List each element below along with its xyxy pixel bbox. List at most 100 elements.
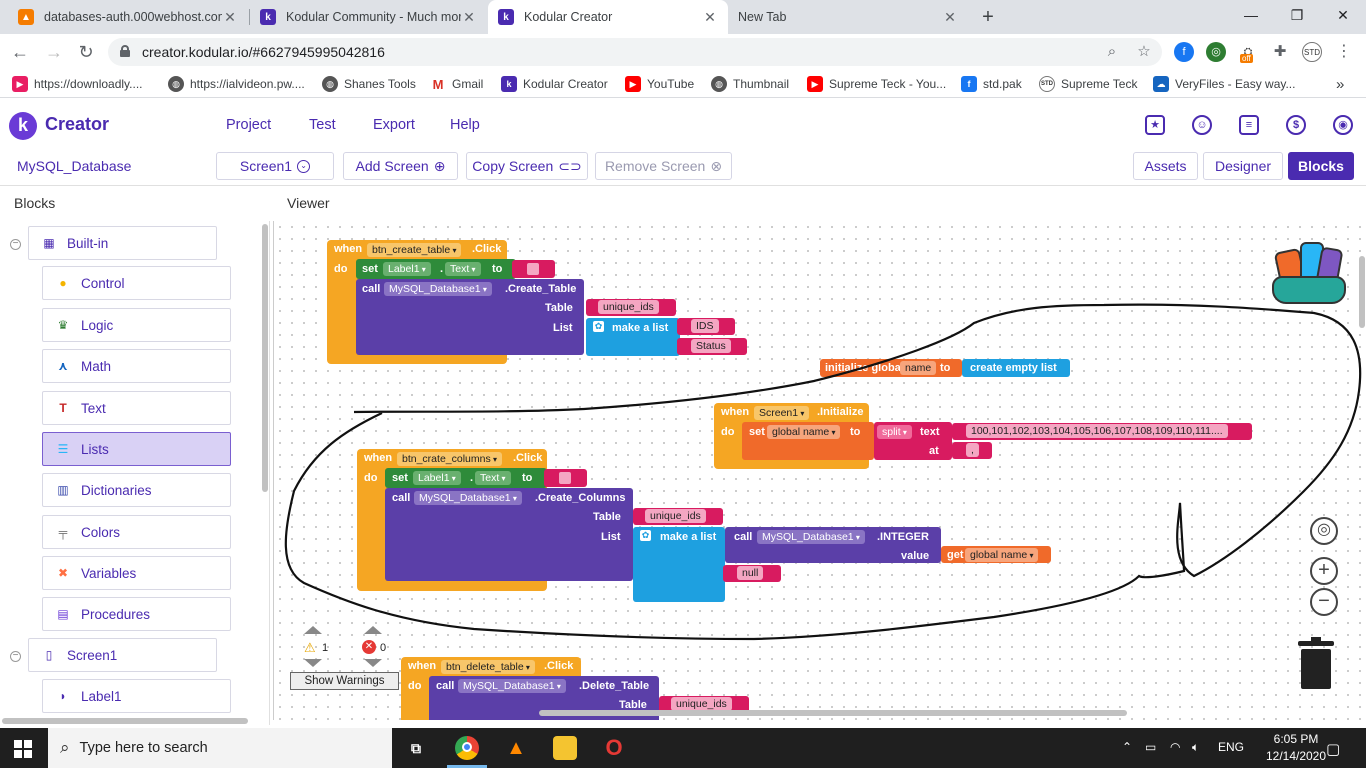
prev-warning-arrow-icon[interactable] [304, 626, 322, 634]
facebook-extension-icon[interactable]: f [1174, 42, 1194, 62]
battery-icon[interactable]: ▭ [1145, 740, 1156, 754]
window-close-icon[interactable]: ✕ [1320, 0, 1366, 30]
bookmark-item[interactable]: f std.pak [961, 75, 1022, 93]
bookmark-item[interactable]: ▶ YouTube [625, 75, 694, 93]
extensions-puzzle-icon[interactable]: ✚ [1270, 42, 1290, 62]
remove-screen-button[interactable]: Remove Screen ⊗ [595, 152, 732, 180]
zoom-in-icon[interactable]: + [1310, 557, 1338, 585]
menu-project[interactable]: Project [226, 117, 271, 133]
close-icon[interactable]: ✕ [461, 9, 477, 26]
backpack-icon[interactable] [1272, 236, 1352, 308]
browser-tab-2[interactable]: k Kodular Community - Much more ✕ [250, 0, 487, 34]
designer-button[interactable]: Designer [1203, 152, 1283, 180]
blocks-button[interactable]: Blocks [1288, 152, 1354, 180]
category-control[interactable]: ● Control [42, 266, 231, 300]
show-warnings-button[interactable]: Show Warnings [290, 672, 399, 690]
collapse-icon[interactable]: − [10, 651, 21, 662]
add-screen-button[interactable]: Add Screen ⊕ [343, 152, 458, 180]
tray-overflow-icon[interactable]: ⌃ [1122, 740, 1132, 754]
task-view-icon[interactable]: ⧉ [404, 736, 428, 760]
community-icon[interactable]: ☺ [1192, 115, 1212, 135]
wifi-icon[interactable]: ◠ [1170, 740, 1180, 754]
taskbar-search[interactable]: ⌕ Type here to search [48, 728, 392, 768]
logo-text[interactable]: Creator [45, 114, 109, 135]
zoom-out-icon[interactable]: − [1310, 588, 1338, 616]
address-bar[interactable]: creator.kodular.io/#6627945995042816 ⌕ ☆ [108, 38, 1162, 66]
tree-label: Variables [81, 565, 137, 581]
bookmark-item[interactable]: ☁ VeryFiles - Easy way... [1153, 75, 1295, 93]
browser-tab-4[interactable]: New Tab ✕ [728, 0, 968, 34]
billing-icon[interactable]: $ [1286, 115, 1306, 135]
trash-icon[interactable] [1298, 637, 1334, 689]
reload-icon[interactable]: ↻ [74, 40, 98, 64]
vlc-icon[interactable]: ▲ [504, 736, 528, 760]
docs-icon[interactable]: ≡ [1239, 115, 1259, 135]
forward-icon[interactable]: → [42, 40, 66, 64]
globe-extension-icon[interactable]: ◎ [1206, 42, 1226, 62]
profile-avatar[interactable]: STD [1302, 42, 1322, 62]
category-math[interactable]: ⋏ Math [42, 349, 231, 383]
bookmark-item[interactable]: ◍ Shanes Tools [322, 75, 416, 93]
category-dictionaries[interactable]: ▥ Dictionaries [42, 473, 231, 507]
menu-test[interactable]: Test [309, 117, 336, 133]
bookmark-item[interactable]: ▶ https://downloadly.... [12, 75, 143, 93]
restore-icon[interactable]: ❐ [1274, 0, 1320, 30]
new-tab-icon[interactable]: + [976, 5, 1000, 29]
bookmark-item[interactable]: ▶ Supreme Teck - You... [807, 75, 946, 93]
tree-builtin[interactable]: ▦ Built-in [28, 226, 217, 260]
notifications-icon[interactable]: ▢ [1326, 740, 1340, 758]
extension-badge-icon[interactable]: ⛭ off [1238, 42, 1258, 63]
next-error-arrow-icon[interactable] [364, 659, 382, 667]
recenter-icon[interactable]: ◎ [1310, 517, 1338, 545]
tree-label1[interactable]: ◗ Label1 [42, 679, 231, 713]
panel-horizontal-scrollbar[interactable] [2, 718, 248, 724]
account-icon[interactable]: ◉ [1333, 115, 1353, 135]
category-lists[interactable]: ☰ Lists [42, 432, 231, 466]
collapse-icon[interactable]: − [10, 239, 21, 250]
category-text[interactable]: T Text [42, 391, 231, 425]
screen-select[interactable]: Screen1 ⌄ [216, 152, 334, 180]
freehand-annotation-loop [284, 303, 1362, 641]
chrome-menu-icon[interactable]: ⋮ [1334, 42, 1354, 62]
opera-icon[interactable]: O [602, 736, 626, 760]
volume-icon[interactable]: 🔈︎ [1192, 740, 1199, 755]
bookmark-star-icon[interactable]: ☆ [1134, 42, 1154, 62]
tree-screen1[interactable]: ▯ Screen1 [28, 638, 217, 672]
bookmark-label: VeryFiles - Easy way... [1175, 77, 1296, 91]
category-procedures[interactable]: ▤ Procedures [42, 597, 231, 631]
workspace-horizontal-scrollbar[interactable] [539, 710, 1127, 716]
category-colors[interactable]: ╤ Colors [42, 515, 231, 549]
close-icon[interactable]: ✕ [222, 9, 238, 26]
panel-scrollbar[interactable] [262, 224, 268, 492]
bookmark-item[interactable]: ◍ https://ialvideon.pw.... [168, 75, 305, 93]
back-icon[interactable]: ← [8, 40, 32, 64]
close-icon[interactable]: ✕ [702, 9, 718, 26]
bookmark-item[interactable]: ◍ Thumbnail [711, 75, 789, 93]
next-warning-arrow-icon[interactable] [304, 659, 322, 667]
kodular-logo-icon[interactable]: k [9, 112, 37, 140]
menu-help[interactable]: Help [450, 117, 480, 133]
blocks-workspace[interactable]: when btn_create_table .Click do set Labe… [273, 221, 1366, 720]
prev-error-arrow-icon[interactable] [364, 626, 382, 634]
language-indicator[interactable]: ENG [1218, 740, 1244, 754]
more-bookmarks-icon[interactable]: » [1336, 75, 1344, 93]
taskbar-clock[interactable]: 6:05 PM 12/14/2020 [1262, 731, 1330, 765]
bookmark-item[interactable]: M Gmail [430, 75, 483, 93]
close-icon[interactable]: ✕ [942, 9, 958, 26]
chrome-taskbar-icon[interactable] [455, 736, 479, 760]
category-logic[interactable]: ♛ Logic [42, 308, 231, 342]
menu-export[interactable]: Export [373, 117, 415, 133]
browser-tab-1[interactable]: ▲ databases-auth.000webhost.com ✕ [8, 0, 248, 34]
bookmark-item[interactable]: STD Supreme Teck [1039, 75, 1137, 93]
bookmark-item[interactable]: k Kodular Creator [501, 75, 608, 93]
zoom-search-icon[interactable]: ⌕ [1102, 42, 1122, 62]
file-explorer-icon[interactable] [553, 736, 577, 760]
browser-tab-3[interactable]: k Kodular Creator ✕ [488, 0, 728, 34]
copy-screen-button[interactable]: Copy Screen ⊂⊃ [466, 152, 588, 180]
my-projects-icon[interactable]: ★ [1145, 115, 1165, 135]
windows-start-icon[interactable] [14, 740, 32, 758]
workspace-vertical-scrollbar[interactable] [1359, 256, 1365, 328]
assets-button[interactable]: Assets [1133, 152, 1198, 180]
category-variables[interactable]: ✖ Variables [42, 556, 231, 590]
minimize-icon[interactable]: — [1228, 0, 1274, 30]
